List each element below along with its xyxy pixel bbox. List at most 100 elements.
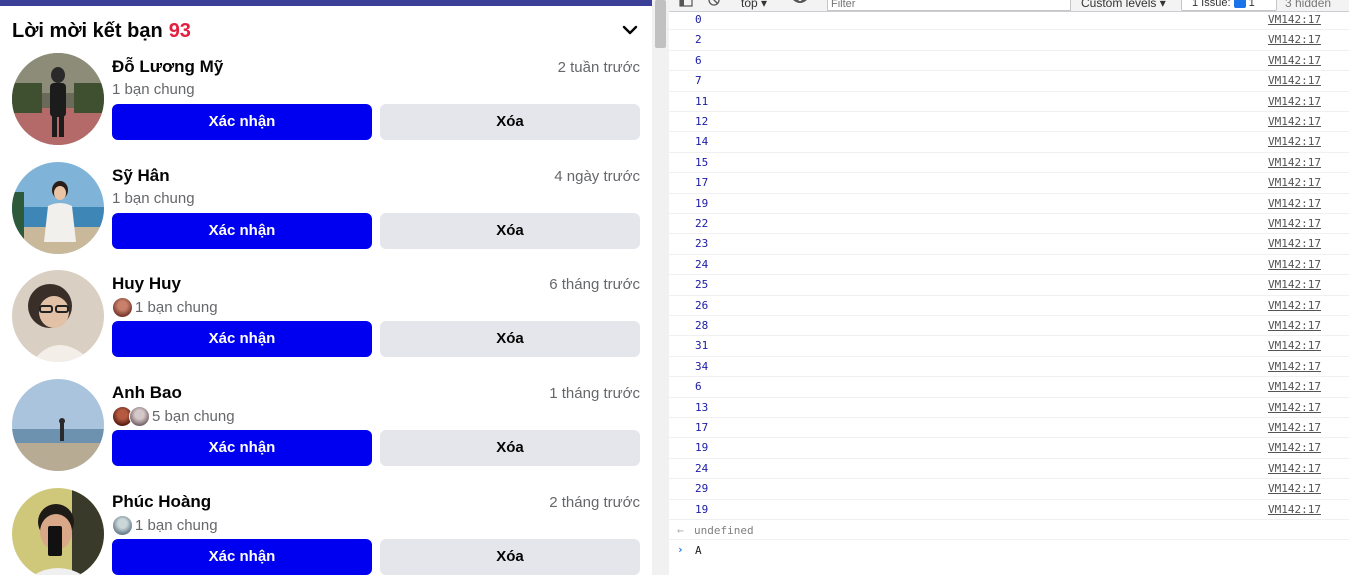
hidden-count: 3 hidden bbox=[1285, 0, 1332, 10]
mutual-friends-label: 1 bạn chung bbox=[112, 81, 195, 98]
request-count: 93 bbox=[168, 20, 191, 42]
log-value: 2 bbox=[695, 33, 702, 47]
log-value: 19 bbox=[695, 196, 709, 210]
log-source-link[interactable]: VM142:17 bbox=[1268, 462, 1321, 475]
log-value: 24 bbox=[695, 257, 709, 271]
console-return-value: ← undefined bbox=[669, 520, 1349, 540]
issue-flag-icon bbox=[1233, 0, 1246, 8]
requester-name[interactable]: Phúc Hoàng bbox=[112, 491, 211, 513]
delete-button[interactable]: Xóa bbox=[380, 104, 640, 140]
request-time: 2 tháng trước bbox=[549, 494, 640, 511]
confirm-button[interactable]: Xác nhận bbox=[112, 104, 372, 140]
console-log-row: 7 VM142:17 bbox=[669, 71, 1349, 92]
friend-request-item: Anh Bao 1 tháng trước 5 bạn chung Xác nh… bbox=[12, 379, 642, 479]
log-source-link[interactable]: VM142:17 bbox=[1268, 258, 1321, 271]
delete-button[interactable]: Xóa bbox=[380, 539, 640, 575]
avatar[interactable] bbox=[12, 379, 104, 471]
log-value: 13 bbox=[695, 400, 709, 414]
context-selector[interactable]: top ▾ bbox=[741, 0, 767, 10]
console-log-row: 19 VM142:17 bbox=[669, 438, 1349, 459]
log-source-link[interactable]: VM142:17 bbox=[1268, 156, 1321, 169]
chevron-down-icon[interactable] bbox=[620, 20, 640, 40]
mutual-friends[interactable]: 1 bạn chung bbox=[112, 297, 218, 318]
log-source-link[interactable]: VM142:17 bbox=[1268, 380, 1321, 393]
log-source-link[interactable]: VM142:17 bbox=[1268, 33, 1321, 46]
log-source-link[interactable]: VM142:17 bbox=[1268, 176, 1321, 189]
console-log-row: 11 VM142:17 bbox=[669, 92, 1349, 112]
log-source-link[interactable]: VM142:17 bbox=[1268, 54, 1321, 67]
mutual-friend-avatar bbox=[112, 297, 133, 318]
log-source-link[interactable]: VM142:17 bbox=[1268, 441, 1321, 454]
devtools-console: top ▾ Custom levels ▾ 1 Issue: 1 3 hidde… bbox=[669, 0, 1349, 575]
return-arrow-icon: ← bbox=[677, 524, 684, 537]
console-log-row: 31 VM142:17 bbox=[669, 336, 1349, 357]
mutual-friends[interactable]: 1 bạn chung bbox=[112, 80, 195, 100]
log-source-link[interactable]: VM142:17 bbox=[1268, 95, 1321, 108]
log-levels-label: Custom levels bbox=[1081, 0, 1157, 10]
mutual-friend-avatar bbox=[112, 515, 133, 536]
log-value: 17 bbox=[695, 176, 709, 190]
log-source-link[interactable]: VM142:17 bbox=[1268, 482, 1321, 495]
confirm-button[interactable]: Xác nhận bbox=[112, 539, 372, 575]
requester-name[interactable]: Huy Huy bbox=[112, 273, 181, 295]
requester-name[interactable]: Sỹ Hân bbox=[112, 165, 170, 187]
console-log-row: 15 VM142:17 bbox=[669, 153, 1349, 174]
requester-name[interactable]: Đỗ Lương Mỹ bbox=[112, 56, 223, 78]
friend-request-item: Phúc Hoàng 2 tháng trước 1 bạn chung Xác… bbox=[12, 488, 642, 575]
avatar[interactable] bbox=[12, 488, 104, 575]
log-value: 26 bbox=[695, 298, 709, 312]
log-value: 19 bbox=[695, 502, 709, 516]
log-source-link[interactable]: VM142:17 bbox=[1268, 197, 1321, 210]
log-source-link[interactable]: VM142:17 bbox=[1268, 299, 1321, 312]
mutual-friends[interactable]: 1 bạn chung bbox=[112, 189, 195, 209]
console-log-row: 6 VM142:17 bbox=[669, 51, 1349, 72]
confirm-button[interactable]: Xác nhận bbox=[112, 213, 372, 249]
console-log-row: 25 VM142:17 bbox=[669, 275, 1349, 296]
log-source-link[interactable]: VM142:17 bbox=[1268, 401, 1321, 414]
console-input[interactable]: A bbox=[695, 544, 702, 557]
console-log-row: 26 VM142:17 bbox=[669, 296, 1349, 316]
avatar[interactable] bbox=[12, 270, 104, 362]
page-scrollbar[interactable] bbox=[652, 0, 669, 575]
console-log-row: 12 VM142:17 bbox=[669, 112, 1349, 133]
log-source-link[interactable]: VM142:17 bbox=[1268, 360, 1321, 373]
log-levels-dropdown[interactable]: Custom levels ▾ bbox=[1081, 0, 1166, 10]
requester-name[interactable]: Anh Bao bbox=[112, 382, 182, 404]
log-source-link[interactable]: VM142:17 bbox=[1268, 237, 1321, 250]
console-prompt[interactable]: › A bbox=[669, 540, 1349, 560]
log-source-link[interactable]: VM142:17 bbox=[1268, 278, 1321, 291]
delete-button[interactable]: Xóa bbox=[380, 321, 640, 357]
top-accent-bar bbox=[0, 0, 652, 6]
log-value: 28 bbox=[695, 319, 709, 332]
log-value: 14 bbox=[695, 135, 709, 149]
request-time: 6 tháng trước bbox=[549, 276, 640, 293]
confirm-button[interactable]: Xác nhận bbox=[112, 321, 372, 357]
delete-button[interactable]: Xóa bbox=[380, 430, 640, 466]
log-source-link[interactable]: VM142:17 bbox=[1268, 503, 1321, 516]
scrollbar-thumb[interactable] bbox=[655, 0, 666, 48]
avatar[interactable] bbox=[12, 53, 104, 145]
log-value: 11 bbox=[695, 94, 709, 108]
log-source-link[interactable]: VM142:17 bbox=[1268, 13, 1321, 26]
mutual-friends-label: 1 bạn chung bbox=[135, 298, 218, 316]
log-value: 24 bbox=[695, 461, 709, 475]
mutual-friends[interactable]: 5 bạn chung bbox=[112, 406, 235, 427]
log-value: 12 bbox=[695, 115, 709, 128]
prompt-caret-icon: › bbox=[677, 543, 684, 556]
log-source-link[interactable]: VM142:17 bbox=[1268, 217, 1321, 230]
mutual-friends[interactable]: 1 bạn chung bbox=[112, 515, 218, 536]
log-source-link[interactable]: VM142:17 bbox=[1268, 74, 1321, 87]
confirm-button[interactable]: Xác nhận bbox=[112, 430, 372, 466]
log-value: 31 bbox=[695, 339, 709, 353]
delete-button[interactable]: Xóa bbox=[380, 213, 640, 249]
log-source-link[interactable]: VM142:17 bbox=[1268, 135, 1321, 148]
console-log-row: 13 VM142:17 bbox=[669, 398, 1349, 418]
console-log-row: 0 VM142:17 bbox=[669, 10, 1349, 31]
log-source-link[interactable]: VM142:17 bbox=[1268, 115, 1321, 128]
avatar[interactable] bbox=[12, 162, 104, 254]
log-source-link[interactable]: VM142:17 bbox=[1268, 319, 1321, 332]
log-source-link[interactable]: VM142:17 bbox=[1268, 421, 1321, 434]
console-log-row: 23 VM142:17 bbox=[669, 234, 1349, 255]
log-source-link[interactable]: VM142:17 bbox=[1268, 339, 1321, 352]
log-value: 0 bbox=[695, 13, 702, 26]
